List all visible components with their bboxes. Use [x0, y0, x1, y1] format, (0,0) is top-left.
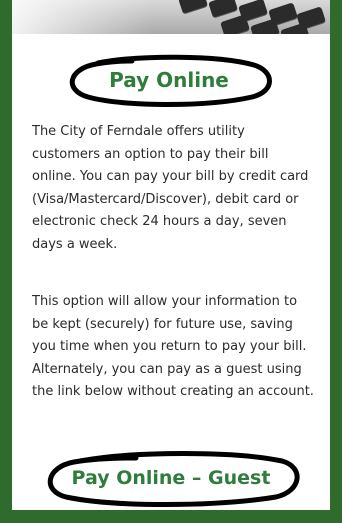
keyboard-key-icon — [220, 14, 250, 34]
keyboard-key-icon — [280, 22, 310, 34]
guest-link-container[interactable]: Pay Online – Guest — [44, 451, 300, 507]
keyboard-key-icon — [178, 0, 208, 14]
keyboard-photo-banner — [12, 0, 330, 34]
photo-highlight — [12, 0, 152, 34]
account-paragraph: This option will allow your information … — [32, 294, 314, 400]
pay-online-guest-link[interactable]: Pay Online – Guest — [44, 453, 298, 503]
page-title: Pay Online — [109, 68, 229, 92]
pay-online-card: Pay Online The City of Ferndale offers u… — [12, 34, 330, 510]
pay-online-heading: Pay Online — [68, 54, 272, 107]
intro-paragraph: The City of Ferndale offers utility cust… — [32, 124, 309, 252]
keyboard-key-icon — [208, 0, 238, 18]
page-frame-bottom — [0, 510, 342, 523]
keyboard-key-icon — [250, 18, 280, 34]
